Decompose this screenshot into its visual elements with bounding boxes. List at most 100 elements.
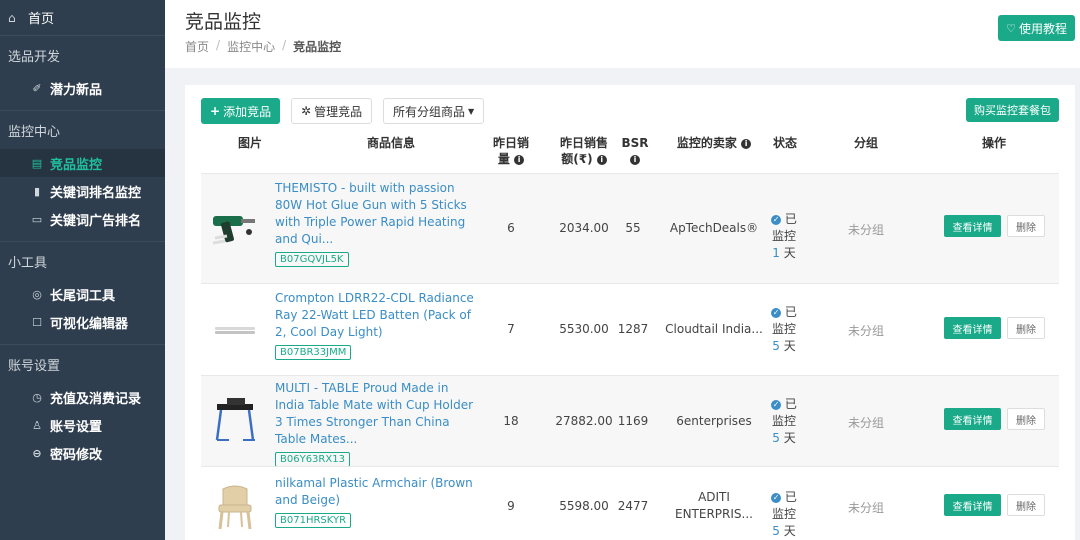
view-detail-button[interactable]: 查看详情	[944, 317, 1001, 339]
seller-line2: ENTERPRIS...	[675, 507, 753, 521]
gear-icon: ✲	[301, 104, 312, 118]
bsr-value: 1169	[617, 414, 649, 428]
delete-button[interactable]: 删除	[1007, 408, 1045, 430]
info-icon[interactable]: i	[741, 138, 752, 149]
table-row: nilkamal Plastic Armchair (Brown and Bei…	[201, 466, 1059, 540]
product-image[interactable]	[209, 304, 261, 356]
seller-value: ADITI ENTERPRIS...	[661, 489, 767, 523]
bar-chart-icon: ▮	[33, 184, 41, 198]
sidebar-item-label: 关键词广告排名	[50, 213, 142, 229]
days-unit: 天	[783, 246, 796, 260]
asin-tag[interactable]: B07BR33JMM	[275, 345, 352, 360]
breadcrumb-home[interactable]: 首页	[185, 38, 209, 55]
sidebar-item-visual-editor[interactable]: ☐ 可视化编辑器	[0, 308, 165, 336]
page-title: 竞品监控	[185, 11, 262, 33]
sidebar-item-keyword-ads[interactable]: ▭ 关键词广告排名	[0, 205, 165, 233]
sales-value: 6	[507, 221, 515, 235]
sidebar-item-recharge[interactable]: ◷ 充值及消费记录	[0, 383, 165, 411]
group-value: 未分组	[848, 416, 885, 430]
buy-package-button[interactable]: 购买监控套餐包	[966, 98, 1059, 122]
group-value: 未分组	[848, 223, 885, 237]
recharge-icon: ◷	[32, 390, 42, 404]
user-icon: ♙	[32, 418, 42, 432]
asin-tag[interactable]: B07GQVJL5K	[275, 252, 349, 267]
info-icon[interactable]: i	[596, 154, 607, 165]
asin-tag[interactable]: B071HRSKYR	[275, 513, 352, 528]
monitor-status: ✓ 已 监控 5 天	[764, 396, 804, 447]
manage-competitor-button[interactable]: ✲ 管理竞品	[291, 98, 373, 124]
info-icon[interactable]: i	[514, 154, 525, 165]
tutorial-button[interactable]: ♡ 使用教程	[998, 15, 1075, 41]
days-unit: 天	[783, 339, 796, 353]
sidebar-item-account-settings[interactable]: ♙ 账号设置	[0, 411, 165, 439]
sidebar-item-label: 长尾词工具	[50, 288, 116, 304]
product-title-link[interactable]: MULTI - TABLE Proud Made in India Table …	[275, 380, 480, 448]
group-select[interactable]: 所有分组商品 ▼	[383, 98, 485, 124]
main-card: + 添加竞品 ✲ 管理竞品 所有分组商品 ▼ 购买监控套餐包 图片 商品信息 昨…	[185, 85, 1075, 540]
days-value: 1	[772, 246, 780, 260]
view-detail-button[interactable]: 查看详情	[944, 494, 1001, 516]
header-bsr-label: BSR	[621, 136, 649, 150]
add-competitor-button[interactable]: + 添加竞品	[201, 98, 281, 124]
status-line2: 监控	[771, 229, 796, 243]
header-revenue: 昨日销售 额(₹) i	[553, 135, 615, 167]
status-line1: 已	[784, 490, 797, 504]
delete-button[interactable]: 删除	[1007, 494, 1045, 516]
product-image[interactable]	[209, 481, 261, 533]
breadcrumb-monitor[interactable]: 监控中心	[227, 38, 275, 55]
sidebar-item-keyword-rank[interactable]: ▮ 关键词排名监控	[0, 177, 165, 205]
page-header: 竞品监控 首页 / 监控中心 / 竞品监控 ♡ 使用教程	[165, 0, 1080, 68]
sidebar-item-label: 充值及消费记录	[50, 391, 142, 407]
caret-down-icon: ▼	[468, 106, 475, 116]
product-image[interactable]	[209, 202, 261, 254]
header-seller-label: 监控的卖家	[676, 136, 737, 150]
breadcrumb: 首页 / 监控中心 / 竞品监控	[185, 38, 341, 55]
header-sales-line2: 量	[497, 152, 510, 166]
check-circle-icon: ✓	[771, 214, 782, 225]
laptop-table-image	[215, 398, 255, 441]
sidebar-item-home[interactable]: ⌂ 首页	[0, 0, 165, 36]
product-title-link[interactable]: nilkamal Plastic Armchair (Brown and Bei…	[275, 475, 480, 509]
asin-tag[interactable]: B06Y63RX13	[275, 452, 350, 467]
product-title-link[interactable]: Crompton LDRR22-CDL Radiance Ray 22-Watt…	[275, 290, 480, 341]
sidebar-item-label: 潜力新品	[50, 82, 103, 98]
sidebar-item-longtail[interactable]: ◎ 长尾词工具	[0, 280, 165, 308]
sales-value: 18	[503, 414, 519, 428]
status-line2: 监控	[771, 322, 796, 336]
sidebar-item-potential-products[interactable]: ✐ 潜力新品	[0, 74, 165, 102]
header-sales: 昨日销 量 i	[487, 135, 535, 167]
manage-competitor-label: 管理竞品	[314, 104, 363, 119]
home-icon: ⌂	[8, 10, 16, 25]
delete-button[interactable]: 删除	[1007, 215, 1045, 237]
status-line1: 已	[784, 397, 797, 411]
group-select-value: 所有分组商品	[393, 104, 466, 119]
view-detail-button[interactable]: 查看详情	[944, 215, 1001, 237]
header-revenue-line2: 额(₹)	[561, 152, 593, 166]
header-revenue-line1: 昨日销售	[559, 136, 608, 150]
lock-icon: ⊖	[32, 446, 42, 460]
header-bsr: BSR i	[619, 135, 651, 167]
header-status: 状态	[772, 136, 797, 150]
add-competitor-label: 添加竞品	[223, 104, 272, 119]
status-line2: 监控	[771, 507, 796, 521]
delete-button[interactable]: 删除	[1007, 317, 1045, 339]
info-icon[interactable]: i	[630, 154, 640, 165]
revenue-value: 27882.00	[555, 414, 613, 428]
edit-icon: ☐	[32, 315, 42, 329]
revenue-value: 5598.00	[559, 499, 609, 513]
product-image[interactable]	[209, 394, 261, 446]
sidebar-section-product-dev: 选品开发	[8, 49, 61, 65]
product-info: nilkamal Plastic Armchair (Brown and Bei…	[275, 475, 480, 528]
sidebar-item-label: 竞品监控	[50, 157, 103, 173]
days-value: 5	[772, 339, 780, 353]
view-detail-button[interactable]: 查看详情	[944, 408, 1001, 430]
seller-value: ApTechDeals®	[669, 221, 759, 235]
header-image: 图片	[237, 136, 262, 150]
led-batten-image	[215, 327, 255, 334]
sidebar-item-password[interactable]: ⊖ 密码修改	[0, 439, 165, 467]
sidebar-item-competitor-monitor[interactable]: ▤ 竞品监控	[0, 149, 165, 177]
seller-value: 6enterprises	[676, 414, 752, 428]
product-title-link[interactable]: THEMISTO - built with passion 80W Hot Gl…	[275, 180, 480, 248]
days-value: 5	[772, 524, 780, 538]
sales-value: 9	[507, 499, 515, 513]
